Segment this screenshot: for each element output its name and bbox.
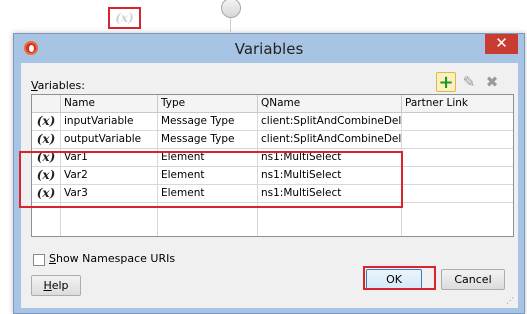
help-mnemonic: H xyxy=(43,279,52,292)
window-title: Variables xyxy=(234,40,304,58)
cell-partner-link xyxy=(402,113,513,131)
background-variable-icon-glyph: (x) xyxy=(115,11,134,25)
pencil-icon: ✎ xyxy=(462,73,476,91)
empty-column-cell xyxy=(402,203,513,236)
background-node-circle xyxy=(221,0,241,18)
delete-x-icon: ✖ xyxy=(485,73,499,91)
table-empty-area xyxy=(32,203,513,236)
cell-partner-link xyxy=(402,185,513,203)
edit-variable-button[interactable]: ✎ xyxy=(459,72,479,92)
help-text: elp xyxy=(51,279,69,292)
cell-type: Message Type xyxy=(158,113,258,131)
empty-column-cell xyxy=(61,203,158,236)
plus-icon: + xyxy=(438,71,454,93)
table-header-row: Name Type QName Partner Link xyxy=(32,95,513,113)
cell-partner-link xyxy=(402,149,513,167)
cell-type: Message Type xyxy=(158,131,258,149)
column-header-partner-link[interactable]: Partner Link xyxy=(402,95,513,113)
table-row[interactable]: (x) inputVariable Message Type client:Sp… xyxy=(32,113,513,131)
empty-column-cell xyxy=(158,203,258,236)
column-header-icon[interactable] xyxy=(32,95,61,113)
show-namespace-checkbox[interactable] xyxy=(33,254,45,266)
empty-column-cell xyxy=(258,203,402,236)
show-namespace-text: how Namespace URIs xyxy=(55,252,176,265)
resize-grip-icon[interactable]: ⋰ xyxy=(506,296,516,306)
highlight-annotation-ok xyxy=(363,266,436,290)
column-header-name[interactable]: Name xyxy=(61,95,158,113)
variable-icon: (x) xyxy=(32,131,61,149)
variable-icon: (x) xyxy=(32,113,61,131)
help-button[interactable]: Help xyxy=(31,275,81,296)
highlight-annotation-rows xyxy=(19,151,403,208)
cell-partner-link xyxy=(402,131,513,149)
cell-name: inputVariable xyxy=(61,113,158,131)
variables-label-mnemonic: V xyxy=(31,79,38,92)
cell-qname: client:SplitAndCombineDeli... xyxy=(258,113,402,131)
column-header-qname[interactable]: QName xyxy=(258,95,402,113)
cancel-button[interactable]: Cancel xyxy=(441,269,505,290)
column-header-type[interactable]: Type xyxy=(158,95,258,113)
add-variable-button[interactable]: + xyxy=(436,71,456,93)
cell-name: outputVariable xyxy=(61,131,158,149)
table-row[interactable]: (x) outputVariable Message Type client:S… xyxy=(32,131,513,149)
show-namespace-mnemonic: S xyxy=(49,252,56,265)
cell-qname: client:SplitAndCombineDeli... xyxy=(258,131,402,149)
background-connector-line xyxy=(230,18,231,32)
close-button[interactable]: ✕ xyxy=(485,34,518,54)
variables-label-text: ariables: xyxy=(37,79,85,92)
show-namespace-label[interactable]: Show Namespace URIs xyxy=(49,252,175,265)
delete-variable-button[interactable]: ✖ xyxy=(482,72,502,92)
empty-column-cell xyxy=(32,203,61,236)
variables-label: Variables: xyxy=(31,79,85,92)
title-bar: Variables ✕ xyxy=(14,34,524,63)
cell-partner-link xyxy=(402,167,513,185)
background-variable-icon: (x) xyxy=(108,7,141,29)
